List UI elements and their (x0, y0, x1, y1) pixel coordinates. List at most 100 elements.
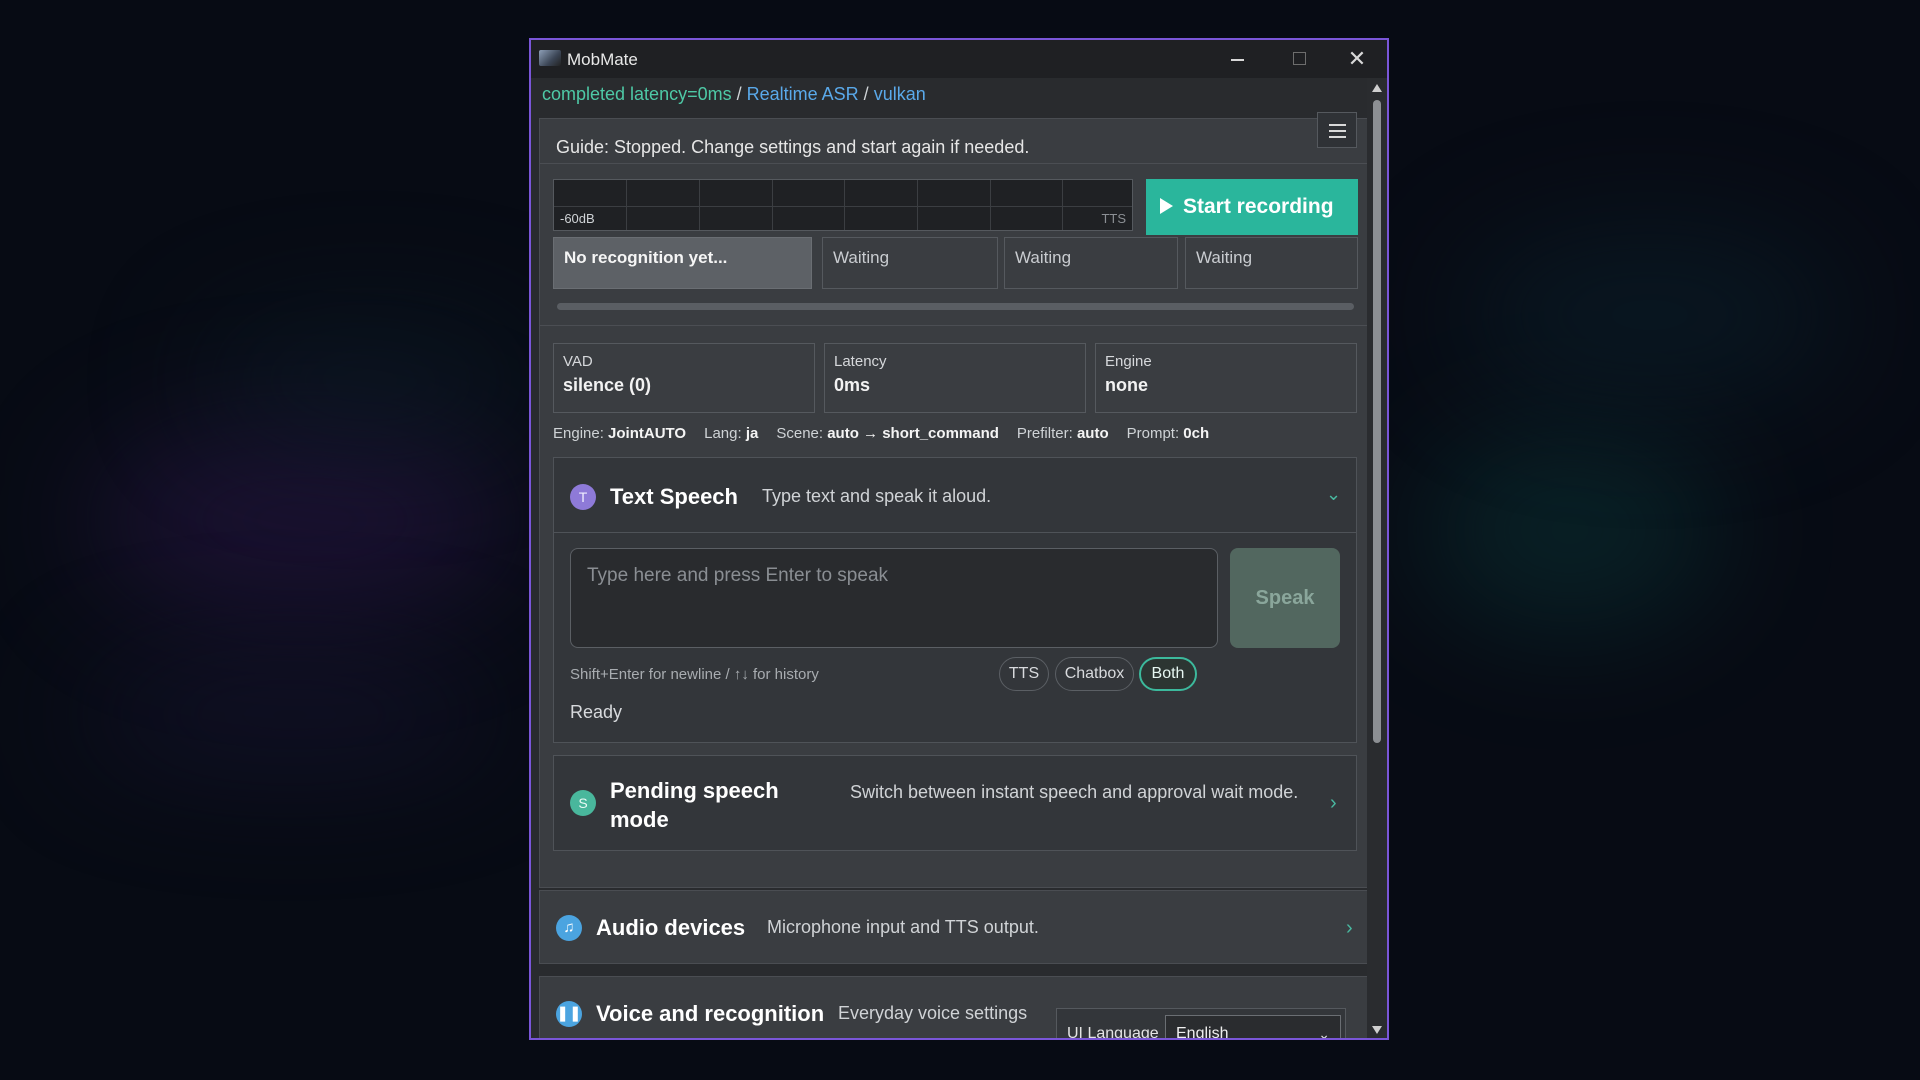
info-label: Scene: (776, 425, 824, 442)
close-button[interactable]: ✕ (1327, 40, 1387, 78)
info-label: Engine: (553, 425, 604, 442)
audio-devices-title: Audio devices (596, 915, 746, 940)
start-recording-label: Start recording (1183, 195, 1334, 218)
scroll-up-arrow-icon[interactable] (1372, 84, 1382, 92)
start-recording-button[interactable]: Start recording (1146, 179, 1358, 235)
target-both-toggle[interactable]: Both (1139, 657, 1197, 691)
menu-icon (1329, 130, 1346, 132)
background-glow (90, 420, 520, 620)
info-value: JointAUTO (608, 425, 687, 442)
engine-info-line: Engine: JointAUTO Lang: ja Scene: auto → s… (553, 425, 1209, 442)
recognition-progress-bar (557, 303, 1354, 310)
maximize-button[interactable] (1269, 40, 1329, 78)
info-value: auto (1076, 425, 1109, 442)
status-completed: completed latency=0ms (542, 84, 732, 104)
status-separator: / (858, 84, 874, 104)
stat-label: VAD (563, 353, 593, 370)
ui-language-value: English (1176, 1025, 1229, 1040)
recognition-result-slot: Waiting (1004, 237, 1178, 289)
status-backend: vulkan (873, 84, 926, 104)
meter-db-label: -60dB (560, 211, 595, 226)
app-window: MobMate ✕ completed latency=0ms / Realti… (529, 38, 1389, 1040)
pause-icon: ❚❚ (556, 1001, 582, 1027)
info-label: Prefilter: (1016, 425, 1073, 442)
target-tts-toggle[interactable]: TTS (999, 657, 1049, 691)
main-content: completed latency=0ms / Realtime ASR / v… (531, 78, 1387, 1040)
text-speech-card: T Text Speech Type text and speak it alo… (553, 457, 1357, 743)
recognition-text: No recognition yet... (564, 248, 728, 267)
divider (540, 163, 1368, 164)
recognition-result-current: No recognition yet... (553, 237, 812, 289)
stat-label: Engine (1105, 353, 1152, 370)
menu-icon (1329, 124, 1346, 126)
status-line: completed latency=0ms / Realtime ASR / v… (542, 84, 926, 105)
status-separator: / (731, 84, 747, 104)
meter-tts-label: TTS (1101, 211, 1126, 226)
main-panel: Guide: Stopped. Change settings and star… (539, 118, 1369, 888)
text-speech-title: Text Speech (610, 484, 738, 509)
recognition-text: Waiting (1196, 248, 1253, 267)
divider (540, 325, 1368, 326)
speech-status: Ready (570, 702, 623, 722)
stat-engine: Engine none (1095, 343, 1357, 413)
text-speech-badge-icon: T (570, 484, 596, 510)
ui-language-label: UI Language (1067, 1025, 1159, 1040)
maximize-icon (1293, 52, 1306, 65)
level-meter: -60dB TTS (553, 179, 1133, 231)
background-glow (1420, 430, 1720, 630)
hamburger-menu-button[interactable] (1317, 112, 1357, 148)
info-value: 0ch (1183, 425, 1210, 442)
title-bar[interactable]: MobMate ✕ (531, 40, 1387, 78)
recognition-text: Waiting (1015, 248, 1072, 267)
status-mode: Realtime ASR (746, 84, 859, 104)
audio-devices-section[interactable]: ♫ Audio devices Microphone input and TTS… (539, 890, 1369, 964)
minimize-icon (1231, 59, 1244, 61)
input-hint: Shift+Enter for newline / ↑↓ for history (570, 666, 819, 683)
text-speech-description: Type text and speak it aloud. (762, 486, 992, 506)
play-icon (1160, 198, 1173, 214)
stat-value: silence (0) (563, 375, 652, 395)
app-logo-icon (539, 50, 561, 66)
speak-button[interactable]: Speak (1230, 548, 1340, 648)
music-note-icon: ♫ (556, 915, 582, 941)
info-value: ja (745, 425, 759, 442)
stat-value: 0ms (834, 375, 871, 395)
ui-language-select[interactable]: English ⌄ (1165, 1015, 1341, 1040)
vertical-scrollbar[interactable] (1367, 78, 1387, 1038)
pending-speech-description: Switch between instant speech and approv… (850, 782, 1299, 802)
pending-speech-badge-icon: S (570, 790, 596, 816)
voice-recognition-title: Voice and recognition (596, 1001, 825, 1026)
meter-grid-line (554, 206, 1132, 207)
window-title: MobMate (567, 50, 638, 69)
stat-label: Latency (834, 353, 887, 370)
target-chatbox-toggle[interactable]: Chatbox (1055, 657, 1134, 691)
info-label: Prompt: (1126, 425, 1180, 442)
chevron-right-icon: › (1330, 792, 1337, 814)
guide-text: Guide: Stopped. Change settings and star… (556, 137, 1030, 157)
chevron-down-icon[interactable]: ⌄ (1326, 484, 1341, 505)
text-speech-header[interactable]: T Text Speech Type text and speak it alo… (554, 458, 1356, 533)
background-glow (1460, 230, 1840, 400)
speech-text-input[interactable]: Type here and press Enter to speak (570, 548, 1218, 648)
recognition-result-slot: Waiting (822, 237, 998, 289)
ui-language-popup: UI Language English ⌄ (1056, 1008, 1346, 1040)
pending-speech-card[interactable]: S Pending speech mode Switch between ins… (553, 755, 1357, 851)
recognition-result-slot: Waiting (1185, 237, 1358, 289)
background-glow (80, 660, 500, 770)
stat-vad: VAD silence (0) (553, 343, 815, 413)
pending-speech-title: Pending speech mode (610, 778, 779, 832)
scroll-down-arrow-icon[interactable] (1372, 1026, 1382, 1034)
chevron-down-icon: ⌄ (1318, 1026, 1330, 1040)
info-value: auto → short_command (827, 425, 999, 442)
stat-latency: Latency 0ms (824, 343, 1086, 413)
voice-recognition-description: Everyday voice settings (838, 1003, 1028, 1023)
stat-value: none (1105, 375, 1148, 395)
background-glow (200, 320, 540, 440)
minimize-button[interactable] (1207, 40, 1267, 78)
audio-devices-description: Microphone input and TTS output. (767, 917, 1039, 937)
chevron-right-icon: › (1346, 917, 1353, 939)
scrollbar-thumb[interactable] (1373, 100, 1381, 743)
recognition-text: Waiting (833, 248, 890, 267)
close-icon: ✕ (1347, 46, 1367, 71)
info-label: Lang: (704, 425, 742, 442)
